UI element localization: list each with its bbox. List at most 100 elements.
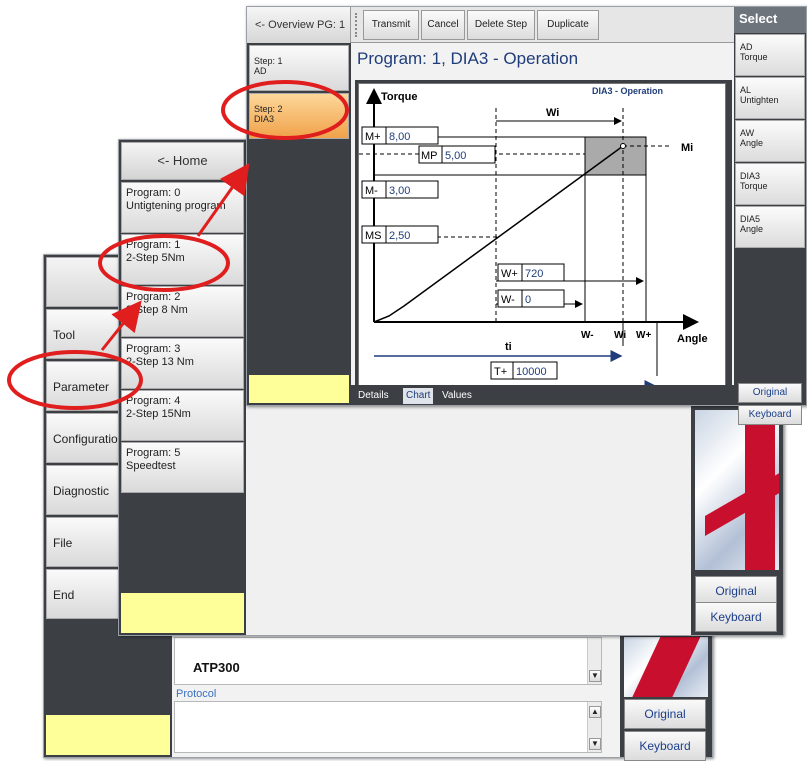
program-number: Program: 0	[126, 187, 181, 199]
select-item-desc: Angle	[740, 138, 764, 148]
program-item[interactable]: Program: 1 2-Step 5Nm	[121, 234, 244, 285]
keyboard-button[interactable]: Keyboard	[695, 602, 777, 632]
y-axis-label: Torque	[381, 91, 417, 103]
program-name: 2-Step 5Nm	[126, 252, 185, 264]
menu-item-label: Tool	[53, 328, 76, 342]
protocol-scrollbar[interactable]: ▲ ▼	[587, 702, 601, 752]
device-scrollbar[interactable]: ▼	[587, 638, 601, 684]
x-tick-label: W-	[581, 330, 594, 341]
select-item-desc: Angle	[740, 224, 764, 234]
step-editor: Program: 1, DIA3 - Operation DIA3 - Oper…	[351, 43, 734, 405]
scroll-down-icon[interactable]: ▼	[589, 738, 601, 750]
select-item[interactable]: DIA5 Angle	[735, 206, 805, 248]
protocol-log: ▲ ▼	[174, 701, 602, 753]
duplicate-button[interactable]: Duplicate	[537, 10, 599, 40]
keyboard-button[interactable]: Keyboard	[738, 405, 802, 425]
ti-label: ti	[505, 341, 512, 353]
original-button[interactable]: Original	[738, 383, 802, 403]
delete-step-button[interactable]: Delete Step	[467, 10, 535, 40]
select-item[interactable]: AL Untighten	[735, 77, 805, 119]
step-item[interactable]: Step: 1 AD	[249, 45, 349, 91]
step-name: AD	[254, 66, 267, 76]
select-item[interactable]: AD Torque	[735, 34, 805, 76]
select-title: Select	[734, 7, 806, 33]
program-number: Program: 4	[126, 395, 181, 407]
param-value: 2,50	[389, 230, 410, 242]
program-number: Program: 2	[126, 291, 181, 303]
wplus-param[interactable]: W+ 720	[497, 263, 565, 282]
select-item-desc: Untighten	[740, 95, 779, 105]
window-rectangle	[584, 136, 647, 176]
param-value: 720	[525, 268, 543, 280]
menu-item-label: Parameter	[53, 380, 110, 394]
program-item[interactable]: Program: 0 Untigtening program	[121, 182, 244, 233]
toolbar-grip	[355, 13, 359, 37]
select-item[interactable]: DIA3 Torque	[735, 163, 805, 205]
original-button[interactable]: Original	[624, 699, 706, 729]
brand-logo	[695, 410, 779, 570]
tab-details[interactable]: Details	[355, 388, 392, 404]
program-list: <- Home Program: 0 Untigtening program P…	[119, 140, 246, 635]
mplus-param[interactable]: M+ 8,00	[361, 126, 439, 145]
cancel-button[interactable]: Cancel	[421, 10, 465, 40]
param-label: M+	[365, 131, 381, 143]
tplus-param[interactable]: T+ 10000	[490, 361, 558, 380]
program-item[interactable]: Program: 2 2-Step 8 Nm	[121, 286, 244, 337]
scroll-up-icon[interactable]: ▲	[589, 706, 601, 718]
mi-label: Mi	[681, 142, 693, 154]
select-item-desc: Torque	[740, 181, 768, 191]
program-item[interactable]: Program: 3 2-Step 13 Nm	[121, 338, 244, 389]
step-item-active[interactable]: Step: 2 DIA3	[249, 93, 349, 139]
program-name: 2-Step 8 Nm	[126, 304, 188, 316]
program-item[interactable]: Program: 5 Speedtest	[121, 442, 244, 493]
device-panel: ATP300 ▼	[174, 637, 602, 685]
select-panel: Select AD Torque AL Untighten AW Angle D…	[734, 7, 806, 425]
param-label: MS	[365, 230, 382, 242]
program-item[interactable]: Program: 4 2-Step 15Nm	[121, 390, 244, 441]
menu-item-label: File	[53, 536, 73, 550]
transmit-button[interactable]: Transmit	[363, 10, 419, 40]
program-name: Untigtening program	[126, 200, 226, 212]
mp-param[interactable]: MP 5,00	[418, 145, 496, 164]
status-area	[121, 593, 244, 633]
select-item[interactable]: AW Angle	[735, 120, 805, 162]
tab-chart[interactable]: Chart	[403, 388, 434, 404]
select-item-code: AW	[740, 128, 755, 138]
status-area	[46, 715, 170, 755]
select-item-code: AL	[740, 85, 752, 95]
mminus-param[interactable]: M- 3,00	[361, 180, 439, 199]
device-name: ATP300	[193, 660, 240, 675]
program-number: Program: 5	[126, 447, 181, 459]
step-list: Step: 1 AD Step: 2 DIA3	[247, 43, 351, 405]
chart-svg: DIA3 - Operation Torque Angle Wi Mi W- W…	[359, 86, 708, 392]
view-tabs: Details Chart Values	[351, 385, 734, 405]
keyboard-button[interactable]: Keyboard	[624, 731, 706, 761]
select-item-desc: Torque	[740, 52, 768, 62]
chart-title: DIA3 - Operation	[592, 86, 663, 96]
program-number: Program: 1	[126, 239, 181, 251]
home-button[interactable]: <- Home	[121, 142, 244, 180]
param-label: T+	[494, 366, 507, 378]
param-label: MP	[421, 150, 438, 162]
menu-item-label: Configuration	[53, 432, 125, 446]
select-item-code: AD	[740, 42, 753, 52]
x-tick-label: W+	[636, 330, 651, 341]
param-value: 5,00	[445, 150, 466, 162]
program-name: 2-Step 13 Nm	[126, 356, 194, 368]
program-number: Program: 3	[126, 343, 181, 355]
param-value: 8,00	[389, 131, 410, 143]
tab-values[interactable]: Values	[439, 388, 475, 404]
protocol-label: Protocol	[176, 688, 217, 700]
ms-param[interactable]: MS 2,50	[361, 225, 439, 244]
menu-item-label: End	[53, 588, 75, 602]
param-label: W-	[501, 294, 515, 306]
x-axis-label: Angle	[677, 333, 708, 345]
step-number: Step: 2	[254, 104, 283, 114]
operation-chart: DIA3 - Operation Torque Angle Wi Mi W- W…	[358, 83, 726, 401]
wi-label: Wi	[546, 107, 559, 119]
overview-button[interactable]: <- Overview PG: 1	[247, 7, 351, 43]
param-value: 0	[525, 294, 531, 306]
page-title: Program: 1, DIA3 - Operation	[357, 49, 579, 68]
scroll-down-icon[interactable]: ▼	[589, 670, 601, 682]
wminus-param[interactable]: W- 0	[497, 289, 565, 308]
